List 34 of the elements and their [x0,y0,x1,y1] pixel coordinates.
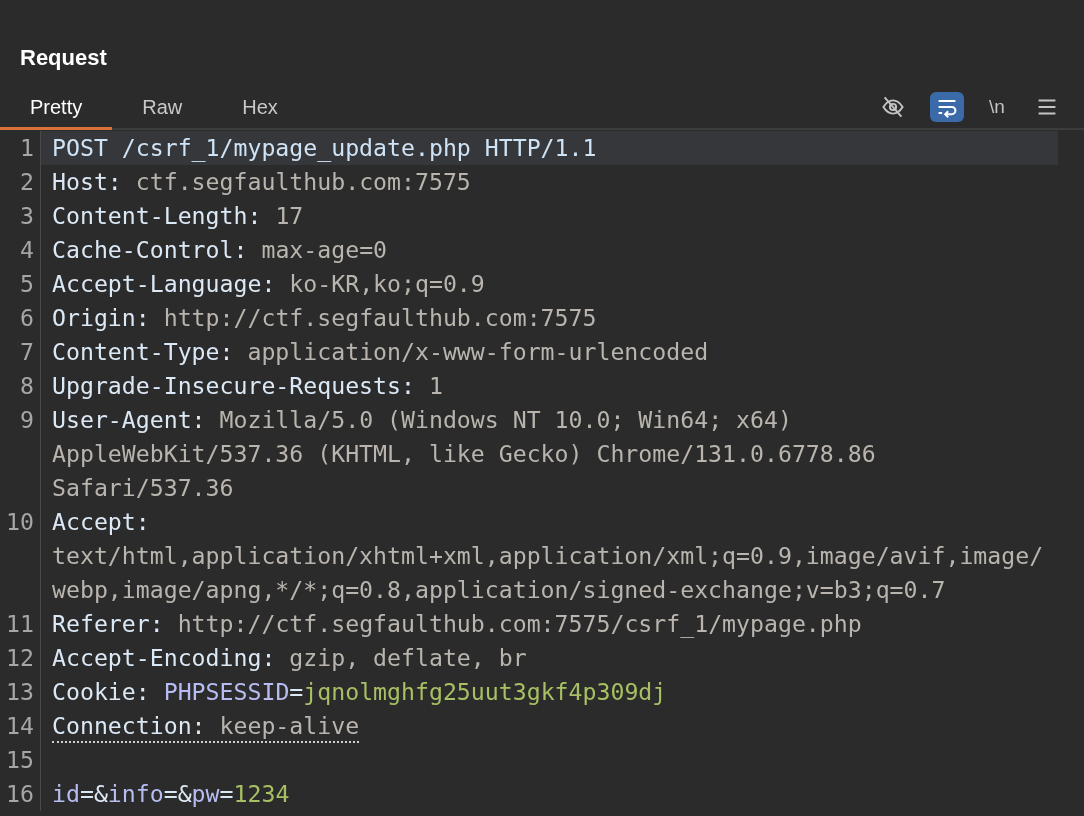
code-line: Content-Type: application/x-www-form-urlencoded [51,337,710,367]
code-line: Upgrade-Insecure-Requests: 1 [51,371,444,401]
code-line: Accept-Language: ko-KR,ko;q=0.9 [51,269,486,299]
eye-off-icon [881,95,905,119]
line-number: 7 [0,335,41,369]
code-line: Accept-Encoding: gzip, deflate, br [51,643,528,673]
line-number: 10 [0,505,41,607]
code-line: Origin: http://ctf.segfaulthub.com:7575 [51,303,598,333]
line-number: 11 [0,607,41,641]
code-line: Host: ctf.segfaulthub.com:7575 [51,167,472,197]
line-number: 8 [0,369,41,403]
line-number: 4 [0,233,41,267]
code-line: Content-Length: 17 [51,201,305,231]
tab[interactable]: Hex [212,82,308,130]
line-number: 13 [0,675,41,709]
line-number: 15 [0,743,41,777]
code-line: id=&info=&pw=1234 [51,779,291,809]
line-number: 16 [0,777,41,811]
panel-title: Request [19,44,107,72]
tab[interactable]: Raw [112,82,213,130]
newline-toggle-button[interactable]: \n [984,92,1010,122]
code-line: Cache-Control: max-age=0 [51,235,389,265]
code-line: Referer: http://ctf.segfaulthub.com:7575/csrf_1/mypage.php [51,609,863,640]
code-line: User-Agent: Mozilla/5.0 (Windows NT 10.0; Win64; x64) AppleWebKit/537.36 (KHTML, like Gecko) Chrome/131.0.6778.86 Safari/537.36 [51,405,877,503]
line-number: 5 [0,267,41,301]
line-number: 3 [0,199,41,233]
line-number: 14 [0,709,41,743]
code-line: Cookie: PHPSESSID=jqnolmghfg25uut3gkf4p309dj [51,677,668,707]
line-number: 12 [0,641,41,675]
line-number: 6 [0,301,41,335]
code-line: Connection: keep-alive [41,709,1054,743]
line-number: 2 [0,165,41,199]
line-number: 9 [0,403,41,505]
wrap-button[interactable] [930,92,964,122]
